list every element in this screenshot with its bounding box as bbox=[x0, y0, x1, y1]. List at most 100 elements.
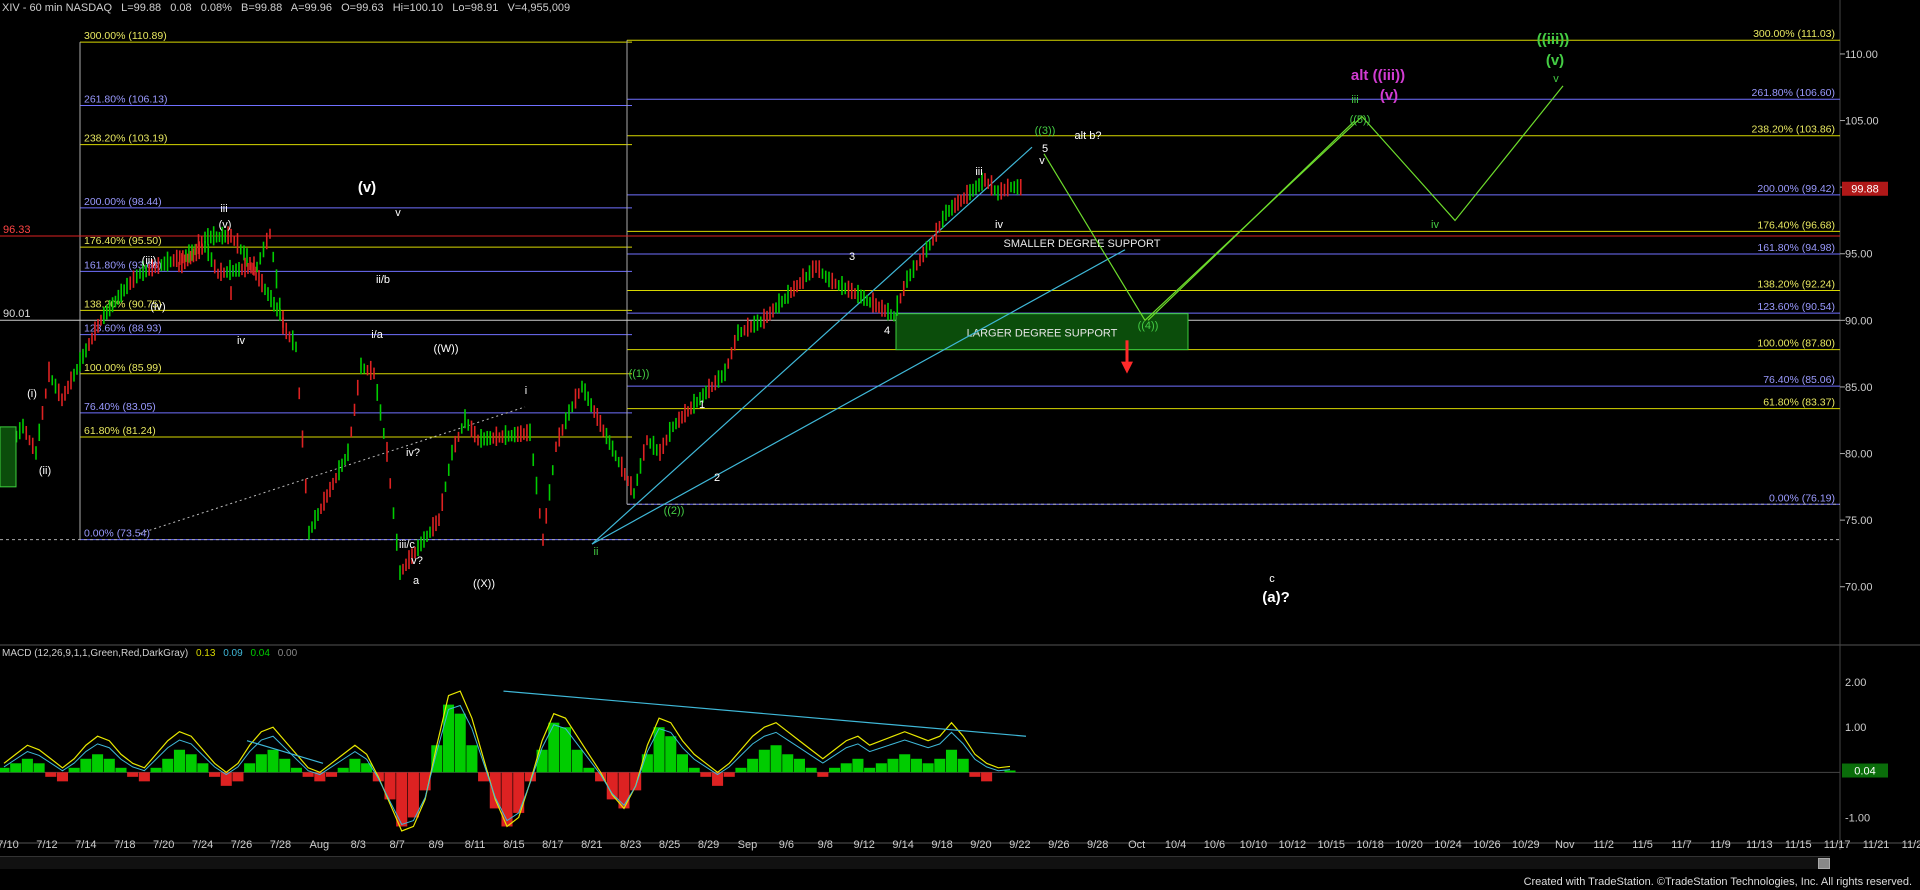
x-tick-label: 8/21 bbox=[581, 839, 602, 851]
macd-hist-up bbox=[68, 767, 80, 773]
macd-hist-up bbox=[454, 713, 466, 773]
x-tick-label: 8/7 bbox=[390, 839, 405, 851]
macd-hist-up bbox=[899, 754, 911, 773]
fib-label-right: 123.60% (90.54) bbox=[1757, 301, 1835, 313]
x-tick-label: 10/29 bbox=[1512, 839, 1540, 851]
x-tick-label: 11/15 bbox=[1785, 839, 1812, 851]
x-tick-label: 9/8 bbox=[818, 839, 833, 851]
wave-label: v bbox=[1553, 73, 1559, 85]
macd-hist-up bbox=[805, 767, 817, 773]
macd-hist-up bbox=[349, 758, 361, 773]
macd-hist-up bbox=[150, 767, 162, 773]
x-tick-label: Aug bbox=[310, 839, 330, 851]
wave-label: ((1)) bbox=[629, 368, 650, 380]
x-tick-label: 8/9 bbox=[428, 839, 443, 851]
wave-label: 4 bbox=[884, 325, 890, 337]
x-tick-label: 10/24 bbox=[1434, 839, 1462, 851]
macd-hist-up bbox=[583, 767, 595, 773]
horizontal-scrollbar[interactable] bbox=[0, 856, 1830, 869]
macd-hist-up bbox=[945, 749, 958, 773]
macd-hist-up bbox=[782, 754, 794, 773]
x-tick-label: 9/6 bbox=[779, 839, 794, 851]
macd-hist-down bbox=[489, 772, 501, 809]
macd-tick-label: 2.00 bbox=[1845, 677, 1866, 689]
price-change-pct: 0.08% bbox=[200, 2, 232, 14]
fib-label-right: 100.00% (87.80) bbox=[1757, 338, 1835, 350]
wave-label: c bbox=[1269, 573, 1275, 585]
fib-label-right: 0.00% (76.19) bbox=[1769, 492, 1835, 504]
x-tick-label: 7/14 bbox=[75, 839, 96, 851]
support-label: LARGER DEGREE SUPPORT bbox=[967, 328, 1118, 340]
fib-label-left: 176.40% (95.50) bbox=[84, 235, 162, 247]
macd-hist-up bbox=[665, 736, 677, 773]
macd-hist-up bbox=[267, 749, 279, 773]
x-tick-label: 8/17 bbox=[542, 839, 563, 851]
fib-label-left: 300.00% (110.89) bbox=[84, 30, 167, 42]
wave-label: ((W)) bbox=[433, 343, 458, 355]
fib-label-right: 200.00% (99.42) bbox=[1757, 183, 1835, 195]
y-tick-label: 110.00 bbox=[1845, 49, 1878, 61]
price-level-label: 90.01 bbox=[3, 308, 31, 320]
macd-hist-up bbox=[162, 758, 174, 773]
macd-header: MACD (12,26,9,1,1,Green,Red,DarkGray) 0.… bbox=[2, 648, 302, 659]
wave-label: (v) bbox=[1546, 52, 1564, 69]
wave-label: 2 bbox=[714, 472, 720, 484]
wave-label: (iv) bbox=[150, 301, 165, 313]
macd-hist-down bbox=[45, 772, 57, 777]
macd-hist-up bbox=[747, 758, 759, 773]
macd-hist-down bbox=[209, 772, 221, 777]
macd-hist-up bbox=[548, 722, 560, 773]
x-tick-label: 11/9 bbox=[1710, 839, 1731, 851]
fib-label-right: 61.80% (83.37) bbox=[1763, 397, 1835, 409]
wave-label: (iii) bbox=[142, 255, 157, 267]
fib-label-right: 300.00% (111.03) bbox=[1753, 28, 1835, 40]
macd-hist-up bbox=[688, 767, 700, 773]
wave-label: alt b? bbox=[1075, 130, 1102, 142]
x-tick-label: 10/20 bbox=[1395, 839, 1423, 851]
x-tick-label: 8/23 bbox=[620, 839, 641, 851]
x-tick-label: 9/18 bbox=[931, 839, 952, 851]
scrollbar-thumb[interactable] bbox=[1818, 858, 1830, 869]
wave-label: 3 bbox=[849, 251, 855, 263]
macd-hist-up bbox=[922, 763, 934, 773]
macd-hist-up bbox=[197, 763, 209, 773]
wave-label: ((5)) bbox=[1350, 114, 1371, 126]
macd-hist-up bbox=[337, 767, 349, 773]
x-tick-label: 8/3 bbox=[351, 839, 366, 851]
x-tick-label: 11/23 bbox=[1902, 839, 1920, 851]
wave-label: ((X)) bbox=[473, 578, 495, 590]
macd-value-1: 0.13 bbox=[195, 648, 216, 659]
x-tick-label: 9/22 bbox=[1009, 839, 1030, 851]
x-tick-label: 11/5 bbox=[1632, 839, 1653, 851]
fib-label-right: 261.80% (106.60) bbox=[1752, 87, 1835, 99]
price-change: 0.08 bbox=[170, 2, 192, 14]
macd-hist-up bbox=[173, 749, 185, 773]
x-tick-label: 11/13 bbox=[1746, 839, 1773, 851]
fib-label-left: 238.20% (103.19) bbox=[84, 133, 167, 145]
macd-hist-down bbox=[981, 772, 993, 782]
macd-tick-label: 1.00 bbox=[1845, 722, 1866, 734]
wave-label: ((iii)) bbox=[1537, 31, 1569, 48]
macd-hist-up bbox=[653, 727, 665, 773]
projection-path bbox=[1043, 85, 1564, 322]
y-tick-label: 105.00 bbox=[1845, 116, 1879, 128]
fib-label-right: 238.20% (103.86) bbox=[1752, 124, 1835, 136]
symbol-label: XIV - 60 min NASDAQ bbox=[2, 2, 113, 14]
macd-hist-up bbox=[864, 767, 876, 773]
last-price-label: 99.88 bbox=[1851, 184, 1879, 196]
macd-hist-up bbox=[735, 767, 747, 773]
macd-hist-down bbox=[127, 772, 139, 777]
macd-value-3: 0.04 bbox=[250, 648, 270, 659]
price-level-label: 96.33 bbox=[3, 224, 31, 236]
x-tick-label: 9/26 bbox=[1048, 839, 1069, 851]
last-price: L=99.88 bbox=[121, 2, 162, 14]
wave-label: ((2)) bbox=[664, 505, 685, 517]
credit-text: Created with TradeStation. ©TradeStation… bbox=[1523, 876, 1912, 888]
chart-canvas: 110.00105.00100.0095.0090.0085.0080.0075… bbox=[0, 0, 1920, 851]
macd-hist-up bbox=[185, 754, 197, 773]
wave-label: i/a bbox=[371, 329, 384, 341]
macd-hist-up bbox=[793, 758, 805, 773]
fib-label-right: 138.20% (92.24) bbox=[1757, 279, 1835, 291]
wave-label: ((4)) bbox=[1138, 320, 1159, 332]
x-tick-label: 10/4 bbox=[1165, 839, 1186, 851]
